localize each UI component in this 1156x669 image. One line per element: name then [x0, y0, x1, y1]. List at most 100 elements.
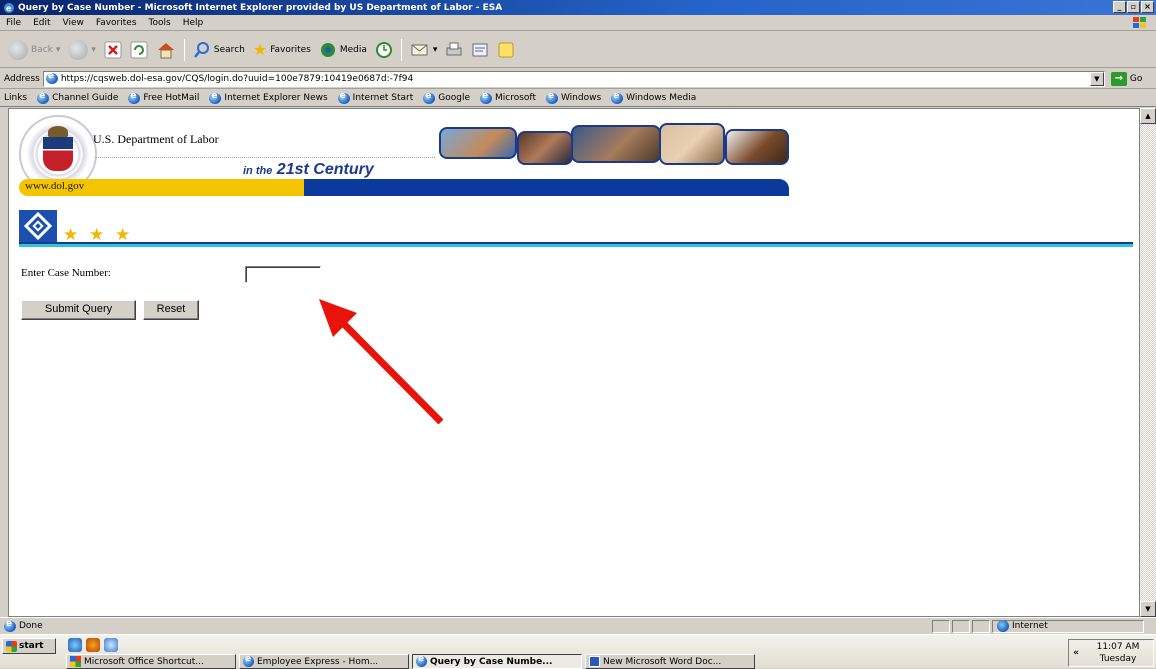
chevron-down-icon: ▾ — [91, 44, 96, 55]
back-button[interactable]: Back ▾ — [6, 39, 62, 60]
ie-icon — [243, 655, 254, 667]
history-button[interactable] — [373, 41, 395, 59]
close-button[interactable]: × — [1141, 1, 1154, 13]
status-text: Done — [19, 621, 43, 631]
photo-women — [517, 131, 573, 165]
reset-button[interactable]: Reset — [143, 300, 199, 320]
edit-button[interactable] — [469, 41, 491, 59]
task-employee-express[interactable]: Employee Express - Hom... — [239, 654, 409, 669]
task-query-by-case[interactable]: Query by Case Numbe... — [412, 654, 582, 669]
stop-icon — [104, 41, 122, 58]
ie-quicklaunch-icon[interactable] — [68, 638, 82, 652]
print-button[interactable] — [443, 41, 465, 59]
edit-page-icon — [472, 43, 488, 56]
menu-view[interactable]: View — [57, 18, 90, 28]
task-list: Microsoft Office Shortcut... Employee Ex… — [66, 654, 755, 669]
home-button[interactable] — [154, 41, 178, 59]
scroll-down-button[interactable]: ▼ — [1140, 601, 1156, 617]
favorites-label: Favorites — [270, 44, 311, 55]
link-channel-guide[interactable]: Channel Guide — [37, 91, 118, 104]
stop-button[interactable] — [102, 41, 124, 59]
scroll-up-button[interactable]: ▲ — [1140, 108, 1156, 124]
address-url[interactable]: https://cqsweb.dol-esa.gov/CQS/login.do?… — [61, 74, 1090, 84]
mail-button[interactable]: ▾ — [408, 41, 440, 59]
task-label: New Microsoft Word Doc... — [603, 656, 722, 667]
address-label: Address — [4, 73, 40, 84]
quick-launch — [68, 638, 118, 652]
link-windows-media[interactable]: Windows Media — [611, 91, 696, 104]
maximize-button[interactable]: ▫ — [1127, 1, 1140, 13]
go-arrow-icon: → — [1110, 71, 1127, 86]
favorites-button[interactable]: ★ Favorites — [251, 40, 313, 59]
refresh-button[interactable] — [128, 41, 150, 59]
link-icon — [545, 91, 558, 104]
address-dropdown-button[interactable]: ▼ — [1089, 71, 1104, 86]
word-icon — [589, 656, 600, 667]
links-label: Links — [4, 93, 28, 103]
task-label: Query by Case Numbe... — [430, 656, 553, 667]
clock[interactable]: 11:07 AM Tuesday — [1083, 641, 1153, 665]
banner-blue-bar — [304, 179, 789, 196]
media-player-icon[interactable] — [86, 638, 100, 652]
link-ie-news[interactable]: Internet Explorer News — [209, 91, 328, 104]
search-button[interactable]: Search — [191, 41, 247, 59]
taskbar: start Microsoft Office Shortcut... Emplo… — [0, 634, 1156, 669]
menu-favorites[interactable]: Favorites — [90, 18, 143, 28]
left-border — [0, 108, 8, 617]
toolbar-separator — [183, 38, 185, 61]
back-arrow-icon — [8, 39, 28, 60]
task-word-doc[interactable]: New Microsoft Word Doc... — [585, 654, 755, 669]
link-label: Internet Explorer News — [224, 93, 328, 103]
link-internet-start[interactable]: Internet Start — [337, 91, 413, 104]
case-number-label: Enter Case Number: — [21, 267, 111, 279]
chevron-left-icon[interactable]: « — [1069, 648, 1083, 658]
task-office-shortcut[interactable]: Microsoft Office Shortcut... — [66, 654, 236, 669]
history-icon — [375, 41, 392, 58]
page-icon — [4, 619, 16, 632]
refresh-icon — [130, 41, 148, 58]
title-bar[interactable]: e Query by Case Number - Microsoft Inter… — [0, 0, 1156, 15]
arrow-shaft — [334, 314, 444, 425]
task-label: Employee Express - Hom... — [257, 656, 379, 667]
submit-query-button[interactable]: Submit Query — [21, 300, 136, 320]
link-free-hotmail[interactable]: Free HotMail — [128, 91, 199, 104]
standard-toolbar: Back ▾ ▾ Search ★ Favorites Media ▾ — [0, 32, 1156, 68]
address-field[interactable]: https://cqsweb.dol-esa.gov/CQS/login.do?… — [42, 70, 1105, 87]
start-label: start — [19, 641, 44, 651]
link-microsoft[interactable]: Microsoft — [480, 91, 536, 104]
esa-diamond-logo — [19, 210, 57, 242]
media-button[interactable]: Media — [317, 41, 369, 59]
show-desktop-icon[interactable] — [104, 638, 118, 652]
link-google[interactable]: Google — [423, 91, 470, 104]
menu-file[interactable]: File — [0, 18, 27, 28]
print-icon — [446, 42, 462, 55]
menu-tools[interactable]: Tools — [143, 18, 177, 28]
windows-flag-icon — [1133, 17, 1146, 28]
link-icon — [337, 91, 350, 104]
chevron-down-icon: ▾ — [432, 44, 438, 55]
tagline-big: 21st Century — [276, 161, 374, 178]
vertical-scrollbar[interactable]: ▲ ▼ — [1140, 108, 1156, 617]
website-link[interactable]: www.dol.gov — [25, 180, 84, 192]
menu-help[interactable]: Help — [177, 18, 210, 28]
note-icon — [498, 42, 514, 57]
start-button[interactable]: start — [2, 638, 56, 654]
link-label: Microsoft — [495, 93, 536, 103]
link-icon — [611, 91, 624, 104]
messenger-button[interactable] — [495, 41, 517, 59]
forward-button[interactable]: ▾ — [66, 39, 98, 60]
home-icon — [157, 42, 174, 58]
status-cell — [932, 619, 950, 633]
zone-label: Internet — [1012, 621, 1048, 631]
photo-chefs — [725, 129, 789, 165]
svg-text:e: e — [6, 4, 12, 13]
minimize-button[interactable]: _ — [1113, 1, 1126, 13]
link-icon — [480, 91, 493, 104]
go-button[interactable]: → Go — [1110, 71, 1142, 86]
link-label: Windows — [560, 93, 602, 103]
tagline-small: in the — [243, 165, 273, 177]
case-number-input[interactable] — [245, 266, 321, 283]
link-windows[interactable]: Windows — [545, 91, 602, 104]
menu-edit[interactable]: Edit — [27, 18, 56, 28]
search-icon — [193, 41, 209, 58]
